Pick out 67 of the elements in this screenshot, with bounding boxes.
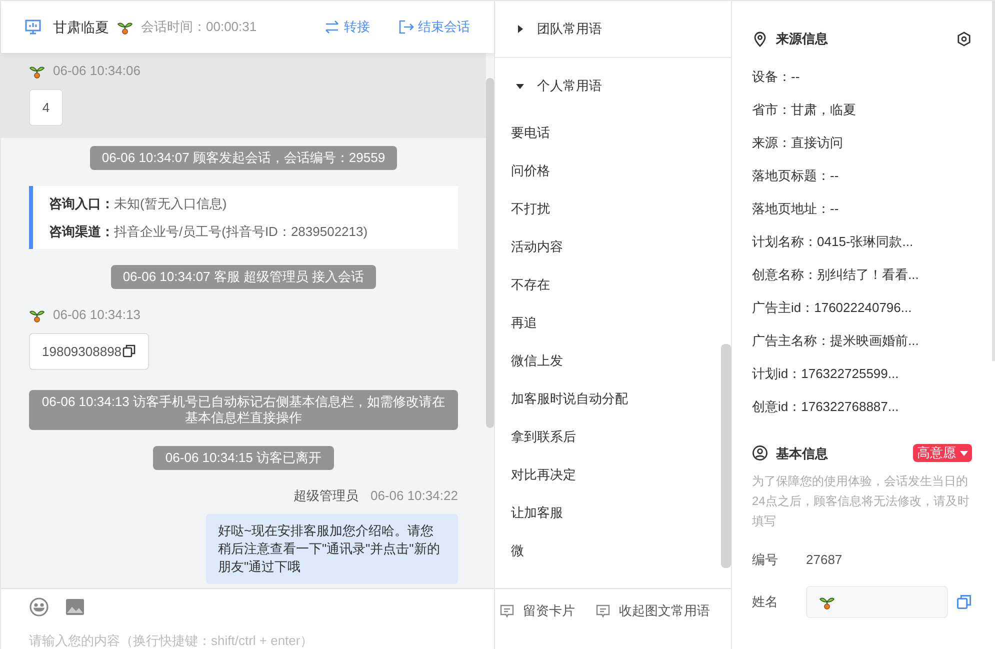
- phrase-item[interactable]: 活动内容: [494, 228, 721, 266]
- phrase-item[interactable]: 不打扰: [494, 190, 721, 228]
- agent-message-bubble: 好哒~现在安排客服加您介绍哈。请您稍后注意查看一下"通讯录"并点击"新的朋友"通过下哦: [206, 514, 458, 584]
- caret-down-icon: [514, 81, 525, 91]
- message-time: 06-06 10:34:06: [53, 62, 140, 80]
- phrase-item[interactable]: 微: [494, 532, 721, 570]
- settings-icon[interactable]: [956, 30, 972, 47]
- source-info-row-text: 设备：--: [752, 68, 801, 86]
- phrase-group-header[interactable]: 团队常用语: [494, 1, 731, 57]
- field-label: 姓名: [752, 593, 779, 612]
- source-info-row-text: 计划id：176322725599...: [752, 365, 900, 384]
- system-notice: 06-06 10:34:07 客服 超级管理员 接入会话: [110, 265, 376, 289]
- phrase-item[interactable]: 让加客服: [494, 494, 721, 532]
- name-input[interactable]: [806, 586, 948, 618]
- info-value: 未知(暂无入口信息): [114, 195, 227, 213]
- phrase-footer-button[interactable]: 收起图文常用语: [594, 601, 710, 620]
- system-notice: 06-06 10:34:07 顾客发起会话，会话编号：29559: [90, 146, 398, 170]
- info-label: 咨询入口：: [49, 195, 114, 213]
- comment-icon: [594, 602, 611, 619]
- phrase-item[interactable]: 对比再决定: [494, 456, 721, 494]
- phrase-item[interactable]: 要电话: [494, 114, 721, 152]
- source-info-row-text: 来源：直接访问: [752, 134, 844, 152]
- swap-icon: [324, 19, 340, 35]
- source-info-row-text: 落地页地址：--: [752, 200, 840, 218]
- source-info-row-text: 广告主名称：提米映画婚前...: [752, 332, 920, 350]
- source-info-row-text: 省市：甘肃，临夏: [752, 101, 857, 120]
- message-text: 4: [42, 98, 50, 116]
- agent-name: 超级管理员: [293, 487, 358, 505]
- message-time: 06-06 10:34:13: [53, 306, 140, 324]
- comment-icon: [498, 602, 515, 619]
- exit-icon: [398, 19, 414, 35]
- source-info-row-text: 创意名称：别纠结了！看看...: [752, 266, 920, 284]
- system-notice: 06-06 10:34:13 访客手机号已自动标记右侧基本信息栏，如需修改请在基本信息栏直接操作: [29, 390, 458, 430]
- location-pin-icon: [752, 30, 768, 47]
- phrase-item[interactable]: 微信上发: [494, 342, 721, 380]
- field-label: 编号: [752, 551, 779, 570]
- source-info-row-text: 落地页标题：--: [752, 167, 840, 186]
- message-text: 19809308898: [42, 342, 122, 360]
- intent-tag[interactable]: 高意愿: [913, 444, 972, 462]
- session-time: 会话时间：00:00:31: [141, 18, 257, 36]
- phrase-footer-button[interactable]: 留资卡片: [498, 601, 575, 620]
- image-icon[interactable]: [65, 597, 85, 617]
- system-notice: 06-06 10:34:15 访客已离开: [153, 446, 334, 470]
- customer-name: 甘肃临夏: [53, 18, 109, 36]
- source-info-row-text: 计划名称：0415-张琳同款...: [752, 233, 914, 252]
- section-title: 基本信息: [776, 444, 828, 462]
- message-time: 06-06 10:34:22: [370, 487, 458, 505]
- scrollbar-thumb[interactable]: [486, 78, 494, 428]
- phrase-item[interactable]: 拿到联系后: [494, 418, 721, 456]
- user-circle-icon: [752, 445, 768, 462]
- phrase-item[interactable]: 不存在: [494, 266, 721, 304]
- monitor-icon: [25, 19, 41, 35]
- copy-icon[interactable]: [122, 344, 136, 358]
- info-value: 抖音企业号/员工号(抖音号ID：2839502213): [114, 222, 368, 241]
- source-info-row-text: 创意id：176322768887...: [752, 398, 900, 416]
- info-label: 咨询渠道：: [49, 222, 114, 240]
- scrollbar-thumb[interactable]: [721, 344, 731, 568]
- section-title: 来源信息: [776, 30, 828, 48]
- phrase-item[interactable]: 问价格: [494, 152, 721, 190]
- notice-text: 为了保障您的使用体验，会话发生当日的24点之后，顾客信息将无法修改，请及时填写: [752, 473, 970, 530]
- phrase-item[interactable]: 加客服时说自动分配: [494, 380, 721, 418]
- caret-down-icon: [960, 449, 968, 458]
- field-value: 27687: [806, 551, 842, 570]
- emoji-icon[interactable]: [29, 597, 49, 617]
- source-info-row-text: 广告主id：176022240796...: [752, 299, 913, 318]
- phrase-group-header[interactable]: 个人常用语: [494, 58, 731, 114]
- phrase-item[interactable]: 再追: [494, 304, 721, 342]
